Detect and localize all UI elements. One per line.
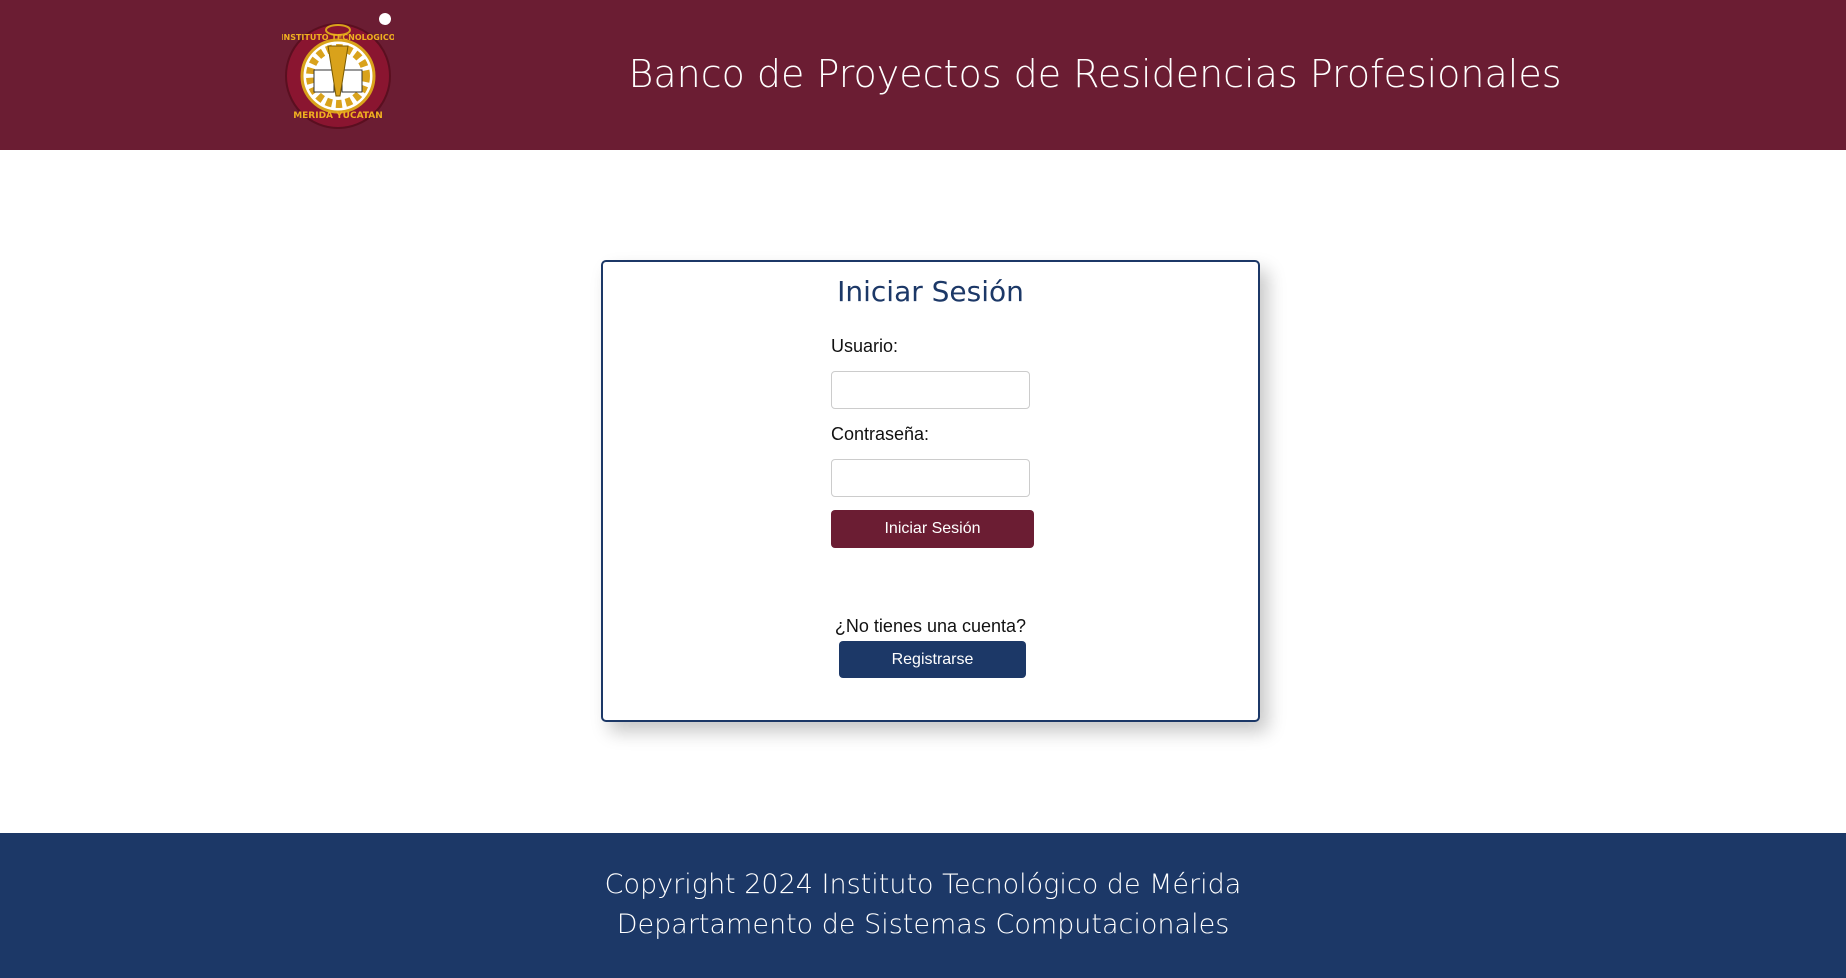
password-input[interactable] xyxy=(831,459,1030,497)
footer-copyright: Copyright 2024 Instituto Tecnológico de … xyxy=(604,869,1242,900)
no-account-text: ¿No tienes una cuenta? xyxy=(834,616,1027,636)
page-title: Banco de Proyectos de Residencias Profes… xyxy=(628,52,1562,96)
login-button[interactable]: Iniciar Sesión xyxy=(831,510,1034,548)
login-title: Iniciar Sesión xyxy=(837,275,1024,308)
header: MERIDA YUCATAN INSTITUTO TECNOLOGICO Ban… xyxy=(0,0,1846,150)
password-label: Contraseña: xyxy=(831,424,930,444)
login-card: Iniciar Sesión Usuario: Contraseña: Inic… xyxy=(601,260,1260,722)
footer-department: Departamento de Sistemas Computacionales xyxy=(616,909,1230,940)
register-button[interactable]: Registrarse xyxy=(839,641,1026,678)
username-input[interactable] xyxy=(831,371,1030,409)
status-dot xyxy=(379,13,391,25)
footer: Copyright 2024 Instituto Tecnológico de … xyxy=(0,833,1846,978)
institute-logo: MERIDA YUCATAN INSTITUTO TECNOLOGICO xyxy=(282,23,394,129)
username-label: Usuario: xyxy=(831,336,899,356)
svg-text:MERIDA YUCATAN: MERIDA YUCATAN xyxy=(293,111,383,121)
svg-text:INSTITUTO TECNOLOGICO: INSTITUTO TECNOLOGICO xyxy=(282,33,394,42)
